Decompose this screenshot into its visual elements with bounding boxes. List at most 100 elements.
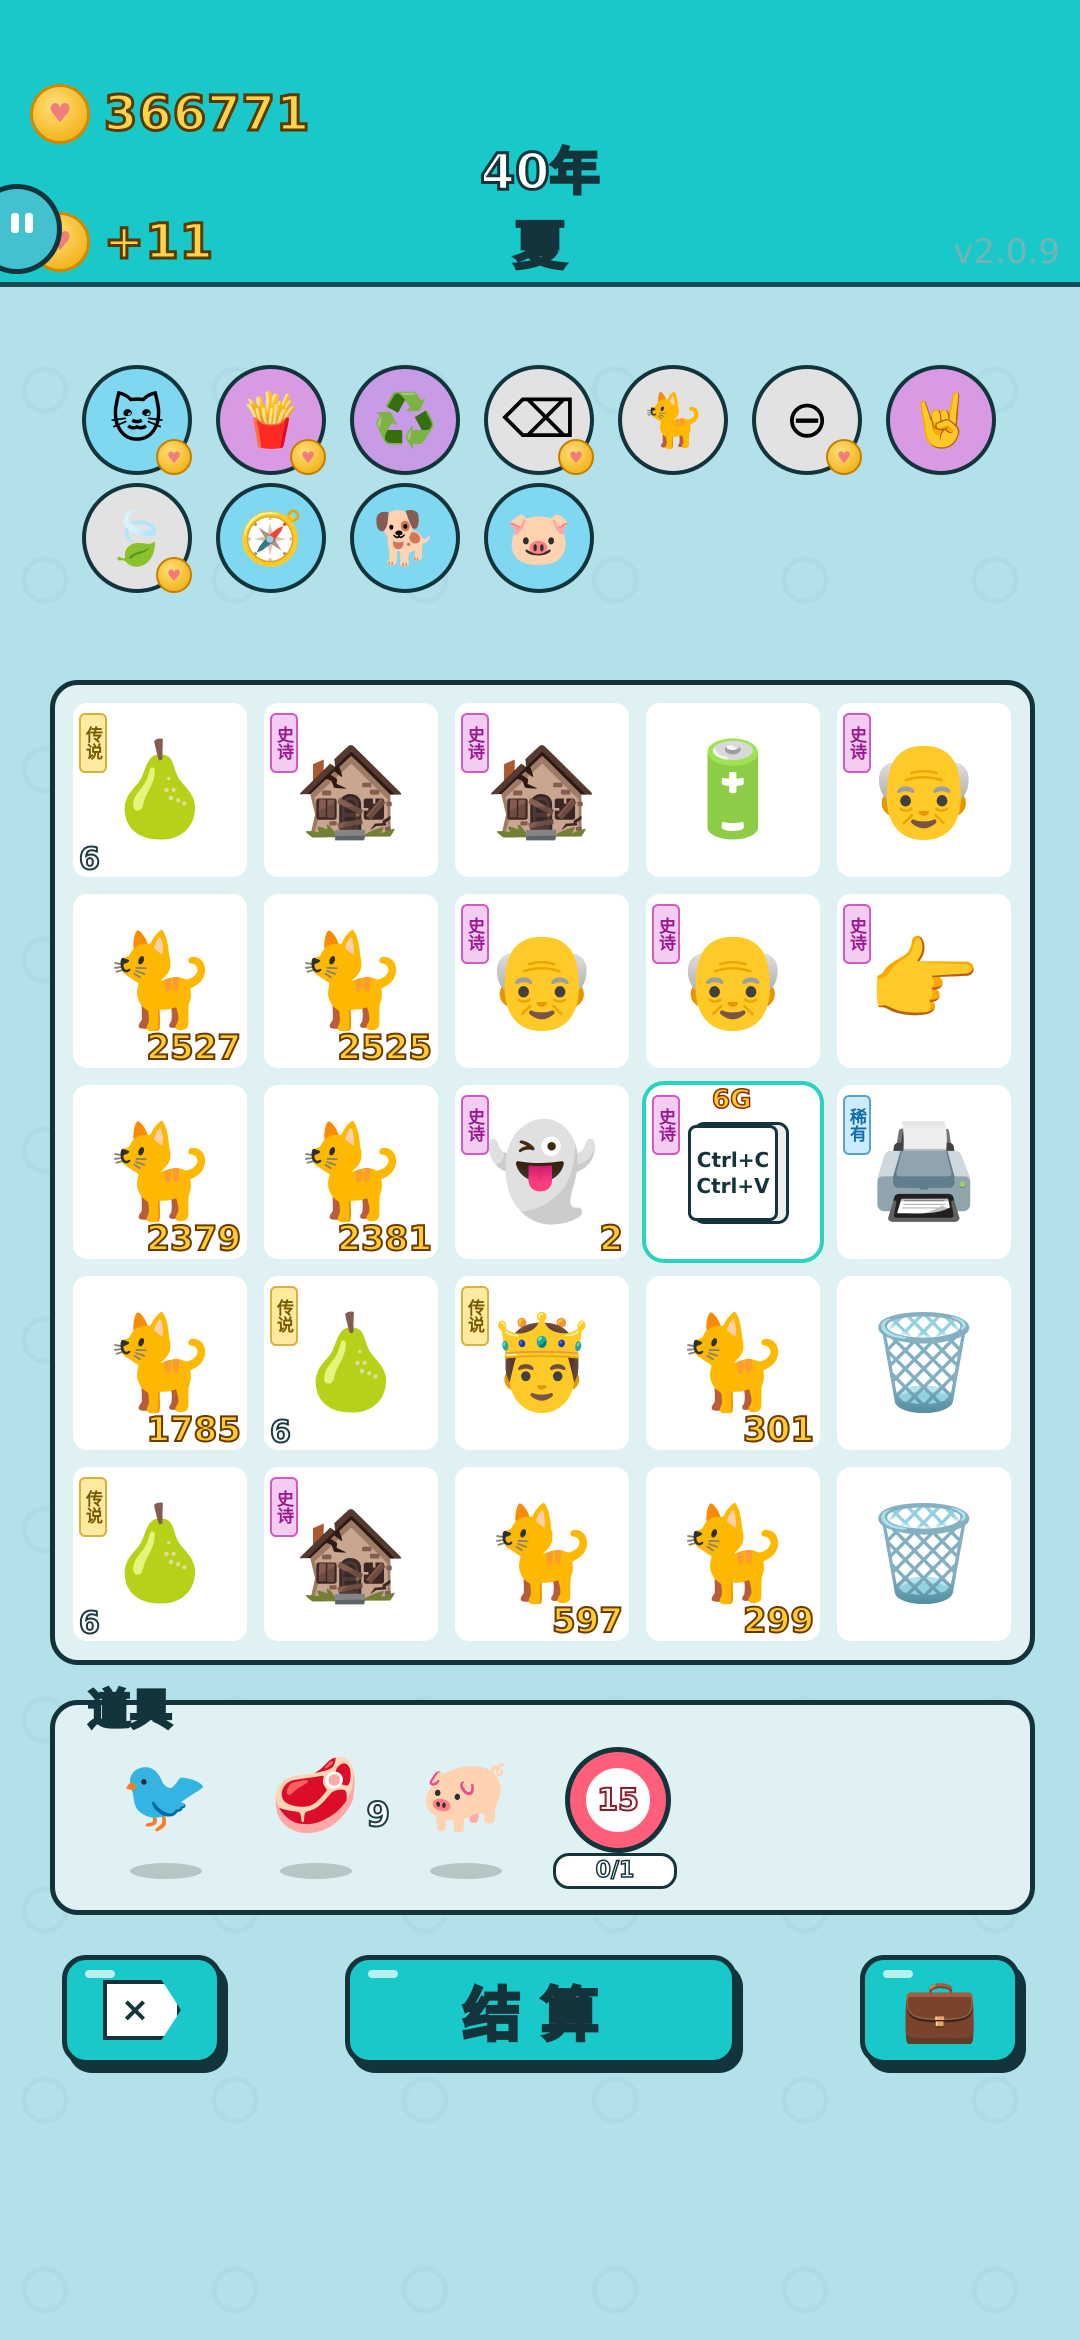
items-label: 道具 (86, 1684, 173, 1736)
board-cell-cat[interactable]: 🐈 299 (646, 1467, 820, 1642)
reroll-timer-button[interactable]: 15 (565, 1747, 671, 1853)
rarity-tag: 史诗 (270, 713, 298, 773)
items-panel: 🐦 🥩 9 🐖 (50, 1700, 1035, 1915)
cell-value: 2379 (145, 1218, 242, 1260)
leaf-perk-icon: 🍃 (104, 508, 170, 569)
remove-tag-icon: × (103, 1980, 181, 2040)
bird-icon: 🐦 (120, 1753, 210, 1837)
year-label: 40年 (479, 142, 602, 203)
piggy-bank-icon: 🐖 (420, 1753, 510, 1837)
cat-icon: 🐈 (484, 1500, 600, 1607)
cat-icon: 🐈 (675, 1500, 791, 1607)
rarity-tag: 传说 (79, 713, 107, 773)
trash-bag-icon: 🗑️ (866, 1309, 982, 1416)
rarity-tag: 史诗 (652, 1095, 680, 1155)
cat-pair-perk[interactable]: 🐈 (618, 365, 728, 475)
rarity-tag: 史诗 (461, 1095, 489, 1155)
board-cell-ghost[interactable]: 👻 史诗 2 (455, 1085, 629, 1260)
cat-icon: 🐈 (102, 1309, 218, 1416)
liver-icon: 🥩 (270, 1753, 360, 1837)
battery-icon: 🔋 (675, 736, 791, 843)
compass-perk[interactable]: 🧭 (216, 483, 326, 593)
cell-counter: 6 (269, 1414, 292, 1451)
heart-coin-icon: ♥ (156, 439, 192, 475)
board-cell-pear[interactable]: 🍐 传说 6 (264, 1276, 438, 1451)
board-cell-grumpy-man[interactable]: 👴 史诗 (455, 894, 629, 1068)
dog-perk[interactable]: 🐕 (350, 483, 460, 593)
board-cell-printer[interactable]: 🖨️ 稀有 (837, 1085, 1011, 1259)
heart-coin-icon: ♥ (558, 439, 594, 475)
cell-value: 1785 (145, 1409, 242, 1451)
recycle-perk-icon: ♻️ (372, 390, 438, 451)
board-cell-cat[interactable]: 🐈 2381 (264, 1085, 438, 1260)
cat-icon: 🐈 (102, 927, 218, 1034)
board-cell-cat[interactable]: 🐈 301 (646, 1276, 820, 1451)
board-cell-haunted-house[interactable]: 🏚️ 史诗 (264, 703, 438, 877)
compass-perk-icon: 🧭 (238, 508, 304, 569)
cat-perk[interactable]: 🐱 ♥ (82, 365, 192, 475)
cell-value: 2381 (336, 1218, 433, 1260)
briefcase-icon: 💼 (901, 1973, 979, 2046)
heart-coin-icon: ♥ (290, 439, 326, 475)
cat-perk-icon: 🐱 (109, 390, 165, 450)
piggy-bank-item[interactable]: 🐖 (410, 1745, 520, 1879)
item-shadow (430, 1863, 502, 1879)
board-cell-grumpy-man[interactable]: 👴 史诗 (646, 894, 820, 1068)
board-cell-trash-bag[interactable]: 🗑️ (837, 1276, 1011, 1450)
minus-perk[interactable]: ⊖ ♥ (752, 365, 862, 475)
leaf-perk[interactable]: 🍃 ♥ (82, 483, 192, 593)
cat-icon: 🐈 (293, 927, 409, 1034)
cell-value: 2 (598, 1218, 624, 1260)
coin-icon: ♥ (30, 84, 90, 144)
rock-hand-perk[interactable]: 🤘 (886, 365, 996, 475)
rarity-tag: 稀有 (843, 1095, 871, 1155)
rarity-tag: 传说 (79, 1477, 107, 1537)
pause-icon (11, 213, 39, 237)
cell-counter: 6 (78, 841, 101, 878)
board-cell-haunted-house[interactable]: 🏚️ 史诗 (455, 703, 629, 877)
board-cell-cat[interactable]: 🐈 597 (455, 1467, 629, 1642)
board-cell-cat[interactable]: 🐈 2379 (73, 1085, 247, 1260)
fries-perk[interactable]: 🍟 ♥ (216, 365, 326, 475)
liver-item[interactable]: 🥩 9 (260, 1745, 391, 1879)
board-cell-ctrl-c-ctrl-v[interactable]: Ctrl+C Ctrl+V 6G 史诗 (646, 1084, 820, 1259)
rarity-tag: 传说 (461, 1286, 489, 1346)
recycle-perk[interactable]: ♻️ (350, 365, 460, 475)
season-label: 夏 (512, 216, 567, 279)
piggy-perk[interactable]: 🐷 (484, 483, 594, 593)
board-cell-battery[interactable]: 🔋 (646, 703, 820, 877)
cell-value: 299 (742, 1600, 815, 1642)
delete-tag-perk[interactable]: ⌫ ♥ (484, 365, 594, 475)
board-cell-cat[interactable]: 🐈 1785 (73, 1276, 247, 1451)
remove-button[interactable]: × (62, 1955, 222, 2065)
cell-value: 597 (551, 1600, 624, 1642)
upgrade-badge: 6G (711, 1084, 752, 1116)
trash-bag-icon: 🗑️ (866, 1500, 982, 1607)
top-bar: ♥ 366771 ♥ +11 40年 夏 v2.0.9 (0, 0, 1080, 287)
board-cell-pear[interactable]: 🍐 传说 6 (73, 1467, 247, 1642)
board-cell-pear[interactable]: 🍐 传说 6 (73, 703, 247, 878)
dog-perk-icon: 🐕 (372, 508, 438, 569)
board-cell-trash-bag[interactable]: 🗑️ (837, 1467, 1011, 1641)
board-cell-cat[interactable]: 🐈 2527 (73, 894, 247, 1069)
board-cell-cat[interactable]: 🐈 2525 (264, 894, 438, 1069)
settle-button[interactable]: 结算 (345, 1955, 737, 2065)
income-value: +11 (102, 213, 215, 272)
settle-label: 结算 (461, 1980, 619, 2051)
bird-item[interactable]: 🐦 (110, 1745, 220, 1879)
coin-balance: ♥ 366771 (30, 84, 311, 144)
rarity-tag: 传说 (270, 1286, 298, 1346)
cell-counter: 6 (78, 1605, 101, 1642)
board-cell-king[interactable]: 🤴 传说 (455, 1276, 629, 1450)
board-cell-haunted-house[interactable]: 🏚️ 史诗 (264, 1467, 438, 1641)
item-shadow (280, 1863, 352, 1879)
inventory-button[interactable]: 💼 (860, 1955, 1020, 2065)
board-cell-grumpy-man[interactable]: 👴 史诗 (837, 703, 1011, 877)
cell-value: 2525 (336, 1027, 433, 1069)
board-cell-pointing-hand[interactable]: 👉 史诗 (837, 894, 1011, 1068)
rarity-tag: 史诗 (461, 904, 489, 964)
item-count: 9 (365, 1794, 391, 1836)
cat-pair-perk-icon: 🐈 (640, 390, 706, 451)
heart-coin-icon: ♥ (156, 557, 192, 593)
cell-value: 301 (742, 1409, 815, 1451)
